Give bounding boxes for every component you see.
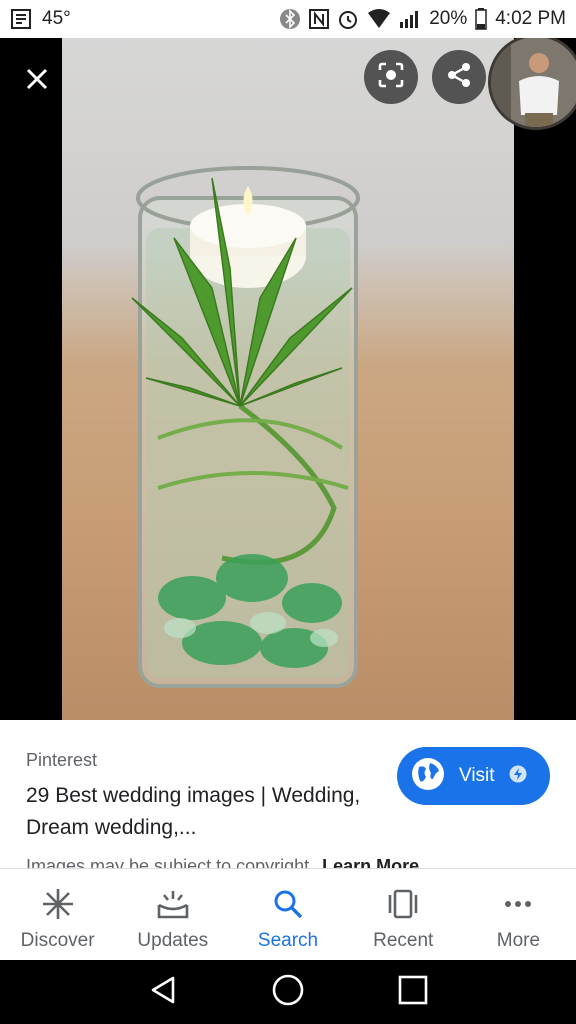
battery-icon [475,8,487,30]
copyright-text: Images may be subject to copyright. [26,856,315,868]
more-icon [501,887,535,926]
amp-bolt-icon [509,765,527,788]
signal-icon [399,9,421,29]
news-icon [10,8,34,30]
nav-label-discover: Discover [20,930,95,951]
recent-icon [386,887,420,926]
result-info-panel: Pinterest 29 Best wedding images | Weddi… [0,720,576,868]
image-viewer [0,38,576,720]
asterisk-icon [41,887,75,926]
updates-icon [156,887,190,926]
bottom-navigation: Discover Updates Search Recent More [0,868,576,960]
home-button[interactable] [264,968,312,1016]
battery-percent: 20% [429,8,468,29]
system-navigation-bar [0,960,576,1024]
close-icon [25,67,49,96]
share-button[interactable] [432,50,486,104]
alarm-icon [337,8,359,30]
lens-icon [377,61,405,94]
result-image[interactable] [62,38,514,720]
globe-icon [411,757,445,796]
nav-more[interactable]: More [461,869,576,960]
temperature: 45° [42,8,71,29]
share-icon [445,61,473,94]
nav-updates[interactable]: Updates [115,869,230,960]
nav-label-more: More [496,930,541,951]
result-title[interactable]: 29 Best wedding images | Wedding, Dream … [26,780,366,844]
home-circle-icon [271,973,305,1012]
close-button[interactable] [16,60,58,102]
visit-button[interactable]: Visit [397,747,550,805]
copyright-notice: Images may be subject to copyright. Learn… [26,856,419,868]
nav-label-recent: Recent [373,930,434,951]
nav-search[interactable]: Search [230,869,345,960]
nfc-icon [309,9,330,29]
source-name[interactable]: Pinterest [26,750,97,771]
clock: 4:02 PM [495,8,566,29]
nav-label-search: Search [257,930,319,951]
lens-button[interactable] [364,50,418,104]
search-icon [271,887,305,926]
learn-more-link[interactable]: Learn More [322,856,419,868]
status-bar: 45° 20% 4:02 PM [0,0,576,38]
overview-button[interactable] [389,968,437,1016]
wifi-icon [367,9,391,29]
back-triangle-icon [147,974,179,1011]
bluetooth-icon [279,8,301,30]
visit-label: Visit [459,765,495,786]
back-button[interactable] [139,968,187,1016]
nav-label-updates: Updates [137,930,209,951]
nav-recent[interactable]: Recent [346,869,461,960]
overview-square-icon [397,974,429,1011]
nav-discover[interactable]: Discover [0,869,115,960]
